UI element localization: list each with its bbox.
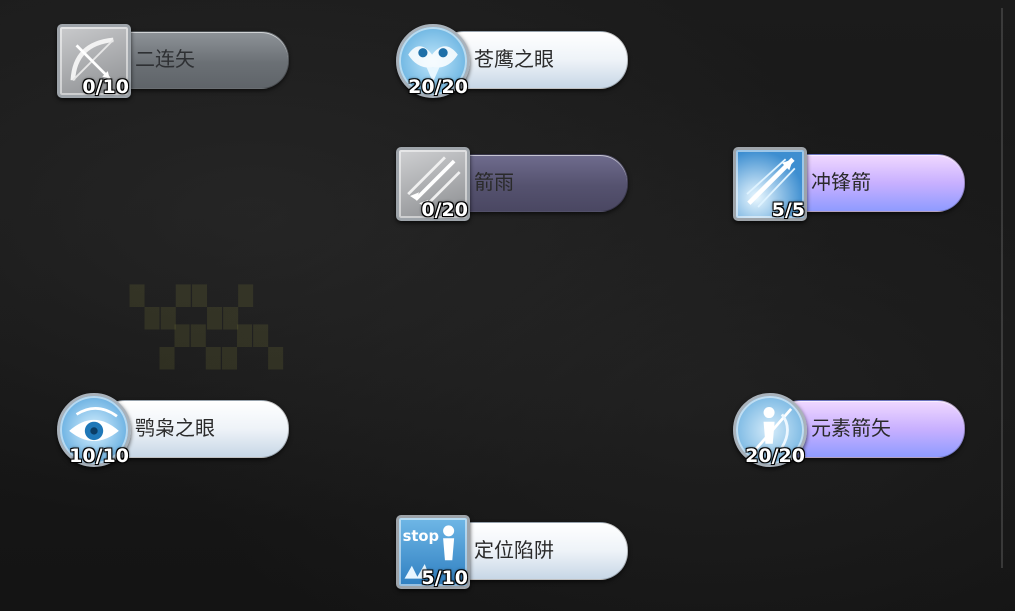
skill-level: 0/20 [421,199,468,221]
skill-level: 10/10 [69,445,129,467]
skill-charge-arrow[interactable]: 冲锋箭 5/5 [733,147,973,227]
skill-name: 苍鹰之眼 [474,47,554,71]
skill-name: 鹗枭之眼 [135,416,215,440]
skill-level: 20/20 [745,445,805,467]
skill-name: 元素箭矢 [811,416,891,440]
skill-owl-eye[interactable]: 鹗枭之眼 10/10 [57,393,297,473]
skill-level: 5/10 [421,567,468,589]
skill-name: 二连矢 [135,47,195,71]
skill-arrow-rain[interactable]: 箭雨 0/20 [396,147,636,227]
background-scenery-2: ▞▚▞▚ [160,325,285,369]
skill-name: 定位陷阱 [474,538,554,562]
background-scenery: ▚▞▚▞ [130,285,255,329]
skill-level: 20/20 [408,76,468,98]
skill-positioning-trap[interactable]: 定位陷阱 stop 5/10 [396,515,636,595]
skill-name: 冲锋箭 [811,170,871,194]
skill-double-shot[interactable]: 二连矢 0/10 [57,24,297,104]
skill-level: 0/10 [82,76,129,98]
stop-text: stop [403,528,439,545]
skill-hawk-eye[interactable]: 苍鹰之眼 20/20 [396,24,636,104]
skill-elemental-arrow[interactable]: 元素箭矢 20/20 [733,393,973,473]
panel-edge [1001,8,1003,568]
skill-level: 5/5 [771,199,805,221]
skill-name: 箭雨 [474,170,514,194]
